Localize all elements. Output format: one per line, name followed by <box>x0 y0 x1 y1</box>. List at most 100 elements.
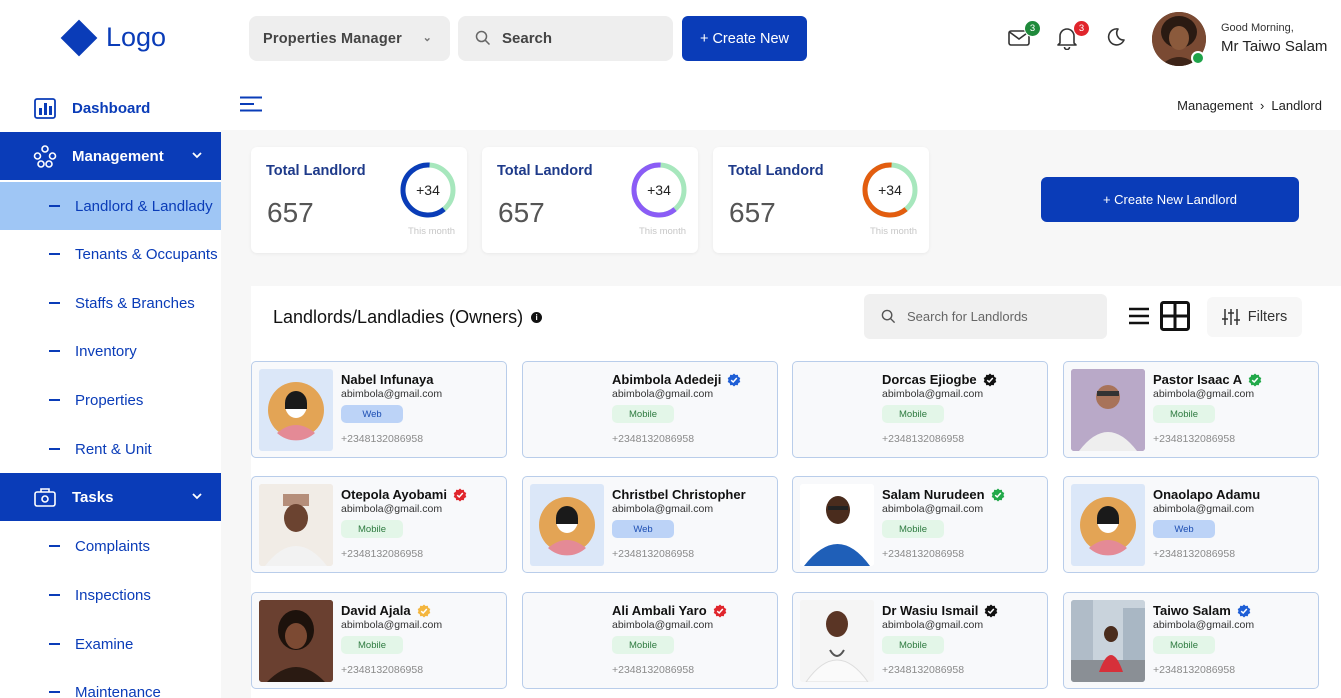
landlord-card[interactable]: Nabel Infunaya abimbola@gmail.com Web +2348… <box>251 361 507 458</box>
stat-value: 657 <box>267 197 314 228</box>
landlord-phone: +2348132086958 <box>341 664 424 676</box>
sidebar-item-label: Complaints <box>75 537 151 555</box>
stat-subtext: This month <box>639 226 686 237</box>
landlord-email: abimbola@gmail.com <box>882 619 984 631</box>
sidebar-item-inventory[interactable]: Inventory <box>0 327 221 375</box>
mail-button[interactable]: 3 <box>1007 20 1041 52</box>
verified-badge-icon <box>985 604 998 617</box>
landlord-name: Pastor Isaac A <box>1153 372 1243 387</box>
sidebar-section-tasks[interactable]: Tasks <box>0 473 221 521</box>
stat-card: Total Landord 657 +34 This month <box>713 147 929 253</box>
workspace-select[interactable]: Properties Manager ⌄ <box>249 16 450 61</box>
platform-tag: Mobile <box>612 405 674 423</box>
filters-button[interactable]: Filters <box>1207 297 1302 337</box>
sidebar-section-management[interactable]: Management <box>0 132 221 180</box>
stat-delta: +34 <box>878 182 902 198</box>
sidebar-item-label: Inspections <box>75 586 151 604</box>
landlord-card[interactable]: Onaolapo Adamu abimbola@gmail.com Web +2348… <box>1063 476 1319 573</box>
stat-title: Total Landord <box>497 163 593 179</box>
chevron-down-icon <box>192 152 202 159</box>
landlord-name: Nabel Infunaya <box>341 372 434 387</box>
list-title: Landlords/Landladies (Owners) i <box>273 307 543 328</box>
dash-icon <box>49 350 60 352</box>
landlord-card[interactable]: Dorcas Ejiogbe abimbola@gmail.com Mobile +2… <box>792 361 1048 458</box>
landlord-photo <box>800 600 874 682</box>
landlord-card[interactable]: Ali Ambali Yaro abimbola@gmail.com Mobile +… <box>522 592 778 689</box>
platform-tag: Mobile <box>612 636 674 654</box>
sidebar-item-inspections[interactable]: Inspections <box>0 571 221 619</box>
landlord-card[interactable]: Abimbola Adedeji abimbola@gmail.com Mobile… <box>522 361 778 458</box>
chevron-down-icon: ⌄ <box>422 32 432 44</box>
sidebar-item-maintenance[interactable]: Maintenance <box>0 668 221 698</box>
landlord-phone: +2348132086958 <box>882 433 965 445</box>
logo[interactable]: Logo <box>60 19 166 56</box>
landlord-photo <box>1071 369 1145 451</box>
stat-card: Total Landord 657 +34 This month <box>482 147 698 253</box>
landlord-name-row: Taiwo Salam <box>1153 603 1251 618</box>
sidebar-item-dashboard[interactable]: Dashboard <box>0 86 221 130</box>
menu-toggle-icon[interactable] <box>240 96 262 112</box>
search-input[interactable]: Search <box>458 16 673 61</box>
landlord-photo <box>259 484 333 566</box>
landlord-name-row: Otepola Ayobami <box>341 487 467 502</box>
dash-icon <box>49 594 60 596</box>
sidebar-item-properties[interactable]: Properties <box>0 376 221 424</box>
landlord-email: abimbola@gmail.com <box>1153 619 1255 631</box>
sidebar-item-complaints[interactable]: Complaints <box>0 522 221 570</box>
create-landlord-button[interactable]: + Create New Landlord <box>1041 177 1299 222</box>
landlord-email: abimbola@gmail.com <box>612 388 714 400</box>
landlord-name-row: Abimbola Adedeji <box>612 372 741 387</box>
breadcrumb-parent[interactable]: Management <box>1177 98 1253 113</box>
dash-icon <box>49 205 60 207</box>
list-view-icon[interactable] <box>1129 307 1149 325</box>
landlord-phone: +2348132086958 <box>1153 664 1236 676</box>
landlord-card[interactable]: Taiwo Salam abimbola@gmail.com Mobile +2348… <box>1063 592 1319 689</box>
landlord-name: Otepola Ayobami <box>341 487 447 502</box>
landlord-card[interactable]: Christbel Christopher abimbola@gmail.com W… <box>522 476 778 573</box>
content-header: Management › Landlord <box>221 78 1341 130</box>
sidebar-item-label: Staffs & Branches <box>75 294 195 312</box>
landlord-card[interactable]: David Ajala abimbola@gmail.com Mobile +2348… <box>251 592 507 689</box>
landlord-name: Abimbola Adedeji <box>612 372 722 387</box>
verified-badge-icon <box>713 604 726 617</box>
landlord-card[interactable]: Otepola Ayobami abimbola@gmail.com Mobile +… <box>251 476 507 573</box>
landlord-search-input[interactable]: Search for Landlords <box>864 294 1107 339</box>
landlord-phone: +2348132086958 <box>612 433 695 445</box>
logo-diamond-icon <box>60 19 98 56</box>
tasks-icon <box>34 488 56 507</box>
dark-mode-toggle[interactable] <box>1104 26 1130 52</box>
info-icon[interactable]: i <box>531 312 543 323</box>
grid-view-icon[interactable] <box>1160 301 1190 331</box>
sidebar-item-examine[interactable]: Examine <box>0 620 221 668</box>
landlord-phone: +2348132086958 <box>1153 548 1236 560</box>
landlord-phone: +2348132086958 <box>341 433 424 445</box>
dash-icon <box>49 643 60 645</box>
platform-tag: Web <box>612 520 674 538</box>
landlord-name: Dr Wasiu Ismail <box>882 603 979 618</box>
sidebar-item-staffs[interactable]: Staffs & Branches <box>0 279 221 327</box>
landlord-email: abimbola@gmail.com <box>341 503 443 515</box>
landlord-card[interactable]: Salam Nurudeen abimbola@gmail.com Mobile +2… <box>792 476 1048 573</box>
landlord-card[interactable]: Dr Wasiu Ismail abimbola@gmail.com Mobile +… <box>792 592 1048 689</box>
sidebar-item-tenants[interactable]: Tenants & Occupants <box>0 230 221 278</box>
stat-title: Total Landlord <box>266 163 366 179</box>
notifications-button[interactable]: 3 <box>1056 20 1090 52</box>
top-bar: Logo Properties Manager ⌄ Search + Creat… <box>0 0 1341 78</box>
search-placeholder: Search <box>502 30 553 47</box>
stat-subtext: This month <box>870 226 917 237</box>
search-icon <box>881 309 896 324</box>
landlord-photo <box>530 484 604 566</box>
verified-badge-icon <box>728 373 741 386</box>
create-new-button[interactable]: + Create New <box>682 16 807 61</box>
platform-tag: Mobile <box>882 405 944 423</box>
verified-badge-icon <box>991 488 1004 501</box>
platform-tag: Mobile <box>882 520 944 538</box>
sidebar-item-rent-unit[interactable]: Rent & Unit <box>0 425 221 473</box>
verified-badge-icon <box>1248 373 1262 386</box>
sidebar-item-label: Maintenance <box>75 683 161 698</box>
landlord-card[interactable]: Pastor Isaac Aabimbola@gmail.com Mobile +2… <box>1063 361 1319 458</box>
sidebar-item-landlord[interactable]: Landlord & Landlady <box>0 182 221 230</box>
landlord-photo <box>1071 484 1145 566</box>
landlord-email: abimbola@gmail.com <box>1153 503 1255 515</box>
list-title-text: Landlords/Landladies (Owners) <box>273 307 524 327</box>
